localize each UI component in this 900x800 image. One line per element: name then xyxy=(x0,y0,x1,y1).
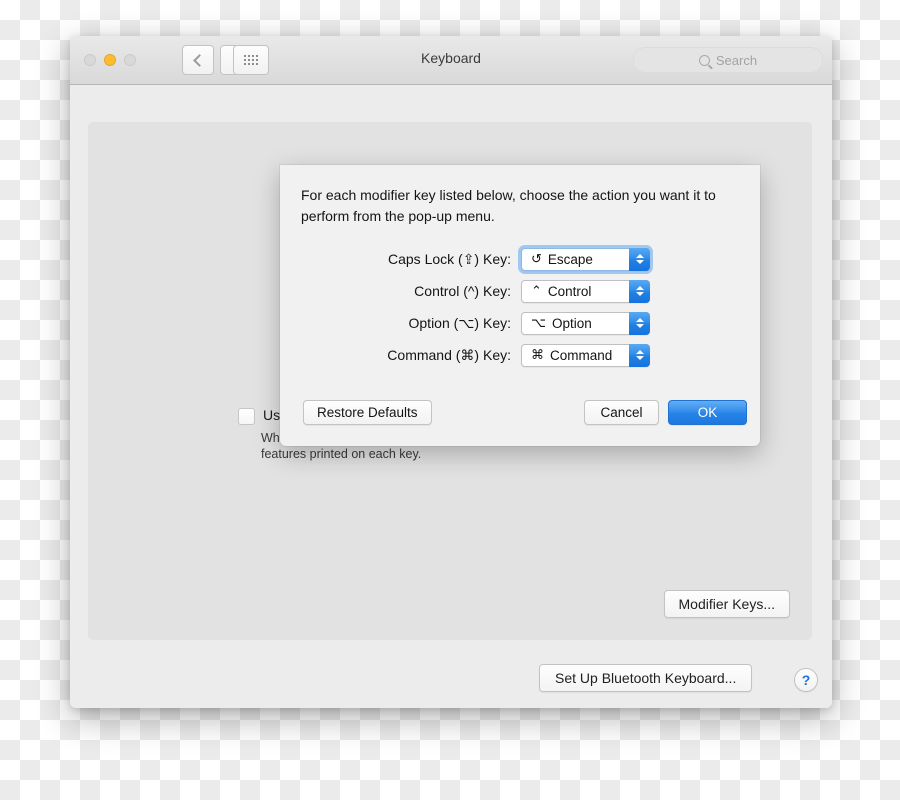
command-label: Command (⌘) Key: xyxy=(387,346,511,363)
search-icon xyxy=(698,54,710,66)
ok-button[interactable]: OK xyxy=(668,400,747,425)
command-popup-value: ⌘ Command xyxy=(522,347,612,363)
modifier-row-caps-lock: Caps Lock (⇪) Key: ↺ Escape xyxy=(280,243,760,275)
chevron-down-icon xyxy=(635,324,644,328)
control-label: Control (^) Key: xyxy=(414,283,511,299)
chevron-up-icon xyxy=(635,286,644,290)
control-glyph-icon: ⌃ xyxy=(531,283,542,298)
command-stepper-icon[interactable] xyxy=(629,343,650,367)
control-stepper-icon[interactable] xyxy=(629,279,650,303)
option-popup-value: ⌥ Option xyxy=(522,315,592,331)
modifier-key-rows: Caps Lock (⇪) Key: ↺ Escape Control (^) xyxy=(280,243,760,371)
chevron-down-icon xyxy=(635,356,644,360)
escape-glyph-icon: ↺ xyxy=(531,251,542,266)
search-input[interactable]: Search xyxy=(633,47,823,73)
chevron-down-icon xyxy=(635,292,644,296)
function-keys-checkbox[interactable] xyxy=(238,408,255,425)
caps-lock-stepper-icon[interactable] xyxy=(629,247,650,271)
cancel-button[interactable]: Cancel xyxy=(584,400,659,425)
command-glyph-icon: ⌘ xyxy=(531,347,544,362)
modifier-keys-button[interactable]: Modifier Keys... xyxy=(663,590,790,618)
caps-lock-selected-text: Escape xyxy=(547,251,593,267)
option-label: Option (⌥) Key: xyxy=(408,314,512,331)
caps-lock-popup-value: ↺ Escape xyxy=(522,251,593,267)
modifier-row-control: Control (^) Key: ⌃ Control xyxy=(280,275,760,307)
control-selected-text: Control xyxy=(547,283,592,299)
chevron-up-icon xyxy=(635,254,644,258)
option-selected-text: Option xyxy=(551,315,592,331)
command-popup-menu[interactable]: ⌘ Command xyxy=(521,343,650,367)
modifier-keys-sheet: For each modifier key listed below, choo… xyxy=(280,165,760,446)
sheet-instructions: For each modifier key listed below, choo… xyxy=(301,187,716,224)
option-popup-menu[interactable]: ⌥ Option xyxy=(521,311,650,335)
caps-lock-label: Caps Lock (⇪) Key: xyxy=(388,250,511,267)
chevron-down-icon xyxy=(635,260,644,264)
modifier-row-option: Option (⌥) Key: ⌥ Option xyxy=(280,307,760,339)
modifier-row-command: Command (⌘) Key: ⌘ Command xyxy=(280,339,760,371)
search-placeholder: Search xyxy=(715,52,758,68)
option-glyph-icon: ⌥ xyxy=(531,315,546,330)
caps-lock-popup-menu[interactable]: ↺ Escape xyxy=(521,247,650,271)
control-popup-menu[interactable]: ⌃ Control xyxy=(521,279,650,303)
command-selected-text: Command xyxy=(550,347,613,363)
control-popup-value: ⌃ Control xyxy=(522,283,591,299)
chevron-up-icon xyxy=(635,318,644,322)
option-stepper-icon[interactable] xyxy=(629,311,650,335)
setup-bluetooth-keyboard-button[interactable]: Set Up Bluetooth Keyboard... xyxy=(539,664,753,692)
chevron-up-icon xyxy=(635,350,644,354)
window-titlebar: Keyboard Search xyxy=(70,36,832,85)
restore-defaults-button[interactable]: Restore Defaults xyxy=(303,400,432,425)
keyboard-preferences-window: Keyboard Search Modifier Keys... Use all… xyxy=(70,36,832,708)
sheet-button-bar: Restore Defaults Cancel OK xyxy=(280,400,760,426)
window-body: Modifier Keys... Use all F1, F2, etc. ke… xyxy=(70,85,832,708)
help-button[interactable]: ? xyxy=(794,668,818,692)
